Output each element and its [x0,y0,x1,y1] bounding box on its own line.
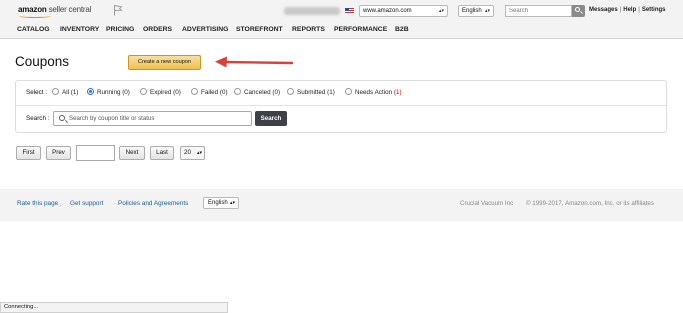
main-nav: CATALOG INVENTORY PRICING ORDERS ADVERTI… [0,22,683,39]
page-size-select[interactable]: 20 ▴▾ [180,146,205,160]
radio-expired[interactable]: Expired (0) [140,88,181,97]
prev-page-button[interactable]: Prev [46,146,71,160]
radio-circle [191,88,198,95]
footer: Rate this page Get support Policies and … [0,189,683,221]
marketplace-select[interactable]: www.amazon.com ▴▾ [359,5,448,17]
nav-reports[interactable]: REPORTS [292,26,325,33]
radio-circle [287,88,294,95]
language-select[interactable]: English ▴▾ [458,5,494,17]
account-name-blurred [284,7,340,15]
divider [16,105,666,106]
nav-pricing[interactable]: PRICING [106,26,134,33]
rate-this-page-link[interactable]: Rate this page [17,200,58,207]
radio-circle [52,88,59,95]
first-page-button[interactable]: First [16,146,41,160]
help-link[interactable]: Help [623,7,636,13]
select-arrows-icon: ▴▾ [484,8,490,14]
amazon-seller-central-logo[interactable]: amazon seller central [18,5,91,14]
create-coupon-button[interactable]: Create a new coupon [128,55,201,70]
page-title: Coupons [15,54,70,69]
radio-canceled[interactable]: Canceled (0) [234,88,280,97]
header-links: Messages | Help | Settings [589,7,666,13]
language-select-value: English [462,8,482,14]
search-icon [575,7,580,12]
radio-needs-action[interactable]: Needs Action (1) [345,88,402,97]
filter-panel: Select : All (1) Running (0) Expired (0)… [15,80,667,133]
header-search-button[interactable] [572,5,585,17]
radio-circle [234,88,241,95]
coupon-search-placeholder: Search by coupon title or status [69,115,155,122]
select-arrows-icon: ▴▾ [196,150,202,156]
policies-agreements-link[interactable]: Policies and Agreements [118,200,188,207]
nav-advertising[interactable]: ADVERTISING [182,26,228,33]
marketplace-select-value: www.amazon.com [363,8,412,14]
search-label: Search : [26,115,50,122]
nav-storefront[interactable]: STOREFRONT [236,26,283,33]
select-label: Select : [26,89,47,96]
browser-status-bar: Connecting... [0,302,228,313]
nav-b2b[interactable]: B2B [395,26,409,33]
needs-action-count: (1) [393,89,402,96]
search-icon [59,115,65,121]
radio-all[interactable]: All (1) [52,88,78,97]
radio-circle-selected [87,88,94,95]
footer-copyright: © 1999-2017, Amazon.com, Inc. or its aff… [526,200,654,207]
coupon-search-input[interactable]: Search by coupon title or status [53,111,252,126]
radio-running[interactable]: Running (0) [87,88,130,97]
settings-link[interactable]: Settings [642,7,666,13]
page-size-value: 20 [184,149,191,156]
flag-icon[interactable] [113,4,123,16]
radio-failed[interactable]: Failed (0) [191,88,228,97]
nav-orders[interactable]: ORDERS [143,26,172,33]
radio-submitted[interactable]: Submitted (1) [287,88,335,97]
nav-inventory[interactable]: INVENTORY [60,26,99,33]
nav-performance[interactable]: PERFORMANCE [334,26,387,33]
next-page-button[interactable]: Next [119,146,145,160]
footer-language-select[interactable]: English ▴▾ [203,197,239,209]
messages-link[interactable]: Messages [589,7,618,13]
us-flag-icon [345,8,354,14]
radio-circle [140,88,147,95]
search-button[interactable]: Search [255,111,287,126]
last-page-button[interactable]: Last [150,146,174,160]
nav-catalog[interactable]: CATALOG [17,26,50,33]
footer-company-name: Crucial Vacuum Inc [460,200,514,207]
get-support-link[interactable]: Get support [70,200,103,207]
radio-circle [345,88,352,95]
select-arrows-icon: ▴▾ [229,200,235,206]
select-arrows-icon: ▴▾ [438,8,444,14]
top-bar: amazon seller central www.amazon.com ▴▾ … [0,0,683,22]
page-number-input[interactable] [76,145,115,161]
annotation-arrow-icon [215,56,294,68]
header-search-input[interactable] [505,5,572,17]
footer-language-value: English [208,200,228,206]
amazon-smile-logo-icon [19,14,51,18]
